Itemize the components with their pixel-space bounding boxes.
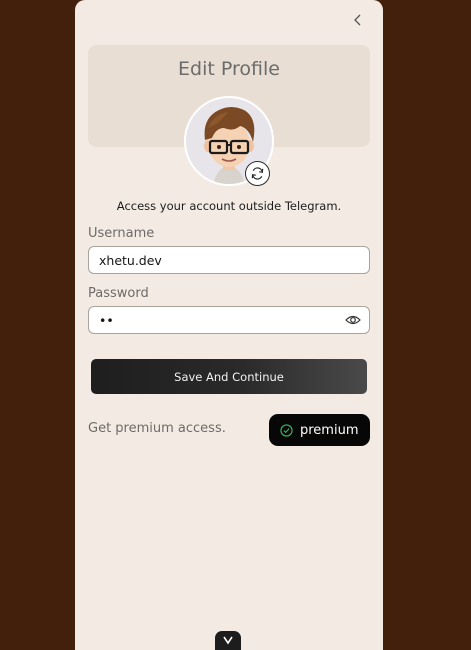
password-input[interactable]: [99, 307, 339, 333]
premium-button[interactable]: premium: [269, 414, 370, 446]
back-button[interactable]: [348, 10, 368, 30]
password-label: Password: [88, 286, 149, 301]
premium-button-label: premium: [300, 422, 359, 438]
password-field-box: [88, 306, 370, 334]
check-circle-icon: [280, 423, 293, 437]
page-title: Edit Profile: [178, 58, 280, 80]
username-label: Username: [88, 226, 155, 241]
chevron-left-icon: [354, 14, 361, 26]
access-info-text: Access your account outside Telegram.: [116, 199, 342, 213]
change-avatar-button[interactable]: [245, 161, 270, 186]
expand-panel-button[interactable]: [215, 631, 241, 650]
save-and-continue-button[interactable]: Save And Continue: [91, 359, 367, 394]
username-input[interactable]: [99, 247, 339, 273]
username-field-box: [88, 246, 370, 274]
chevron-down-icon: [223, 636, 233, 645]
eye-icon: [345, 315, 361, 325]
premium-prompt-text: Get premium access.: [88, 421, 226, 436]
toggle-password-visibility-button[interactable]: [344, 312, 362, 328]
refresh-icon: [251, 167, 264, 180]
profile-card: Edit Profile Access your account outside…: [75, 0, 383, 650]
